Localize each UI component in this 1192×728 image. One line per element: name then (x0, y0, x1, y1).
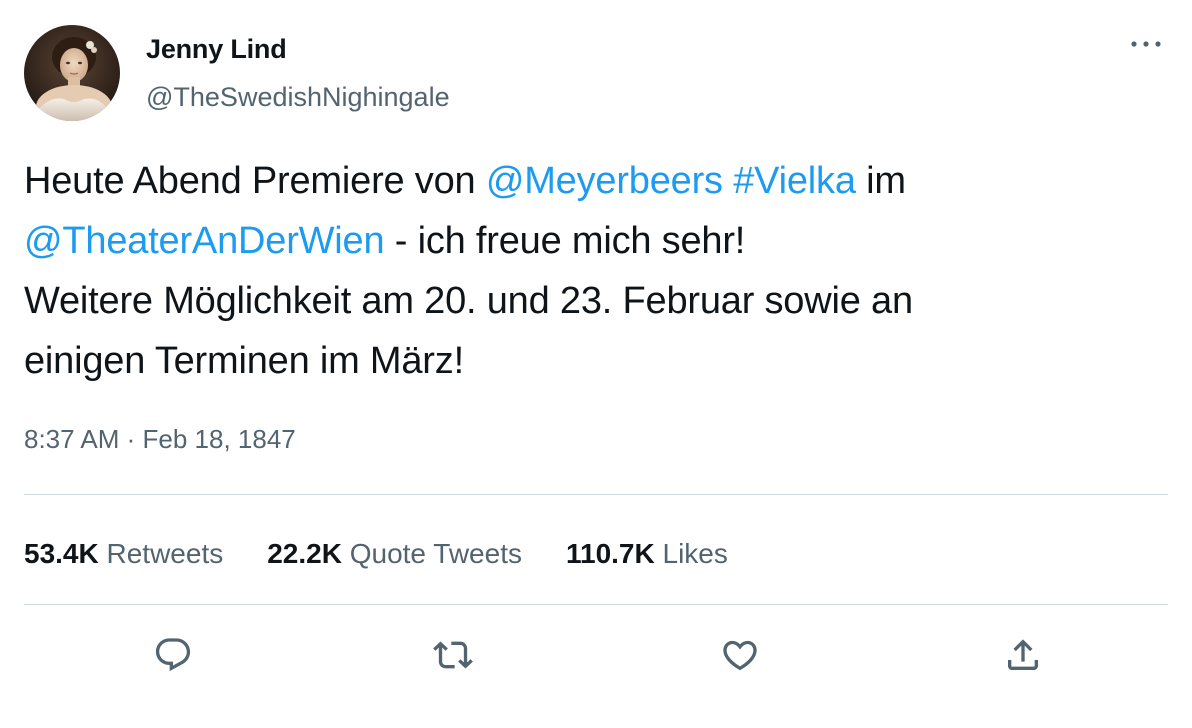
likes-count: 110.7K (565, 538, 655, 569)
reply-icon (155, 638, 191, 672)
like-button[interactable] (715, 630, 765, 680)
tweet-stats: 53.4K Retweets 22.2K Quote Tweets 110.7K… (24, 534, 772, 574)
tweet-line-2: @TheaterAnDerWien - ich freue mich sehr! (24, 211, 1164, 271)
share-icon (1008, 639, 1038, 670)
author-handle[interactable]: @TheSwedishNighingale (146, 82, 450, 113)
likes-label: Likes (662, 538, 728, 569)
retweets-label: Retweets (106, 538, 224, 569)
share-button[interactable] (998, 630, 1048, 680)
more-options-button[interactable] (1124, 30, 1168, 58)
divider-top (24, 494, 1168, 495)
tweet-line-1: Heute Abend Premiere von @Meyerbeers #Vi… (24, 151, 1164, 211)
likes-stat[interactable]: 110.7K Likes (566, 538, 728, 570)
avatar-portrait-image (24, 25, 120, 121)
timestamp-separator: · (119, 424, 143, 454)
tweet-line-3: Weitere Möglichkeit am 20. und 23. Febru… (24, 280, 913, 322)
tweet-text: Heute Abend Premiere von @Meyerbeers #Vi… (24, 151, 1164, 391)
quote-tweets-count: 22.2K (267, 538, 342, 569)
retweets-count: 53.4K (24, 538, 99, 569)
divider-bottom (24, 604, 1168, 605)
tweet-card: Jenny Lind @TheSwedishNighingale Heute A… (0, 0, 1192, 728)
tweet-line-4: einigen Terminen im März! (24, 340, 464, 382)
mention-link-theater[interactable]: @TheaterAnDerWien (24, 220, 385, 262)
tweet-timestamp: 8:37 AM · Feb 18, 1847 (24, 424, 296, 455)
tweet-text-segment: im (855, 160, 906, 202)
hashtag-link-vielka[interactable]: #Vielka (733, 160, 856, 202)
author-name[interactable]: Jenny Lind (146, 34, 287, 65)
quote-tweets-label: Quote Tweets (349, 538, 522, 569)
heart-icon (723, 640, 757, 671)
quote-tweets-stat[interactable]: 22.2K Quote Tweets (267, 538, 522, 570)
tweet-date-link[interactable]: Feb 18, 1847 (143, 424, 296, 454)
tweet-time-link[interactable]: 8:37 AM (24, 424, 119, 454)
retweet-button[interactable] (428, 630, 478, 680)
reply-button[interactable] (148, 630, 198, 680)
retweet-icon (433, 641, 473, 669)
mention-link-meyerbeers[interactable]: @Meyerbeers (486, 160, 723, 202)
tweet-text-segment: Heute Abend Premiere von (24, 160, 486, 202)
tweet-text-segment: - ich freue mich sehr! (384, 220, 746, 262)
tweet-text-space (723, 160, 733, 202)
retweets-stat[interactable]: 53.4K Retweets (24, 538, 223, 570)
avatar[interactable] (24, 25, 120, 121)
more-dots-icon (1131, 41, 1161, 47)
